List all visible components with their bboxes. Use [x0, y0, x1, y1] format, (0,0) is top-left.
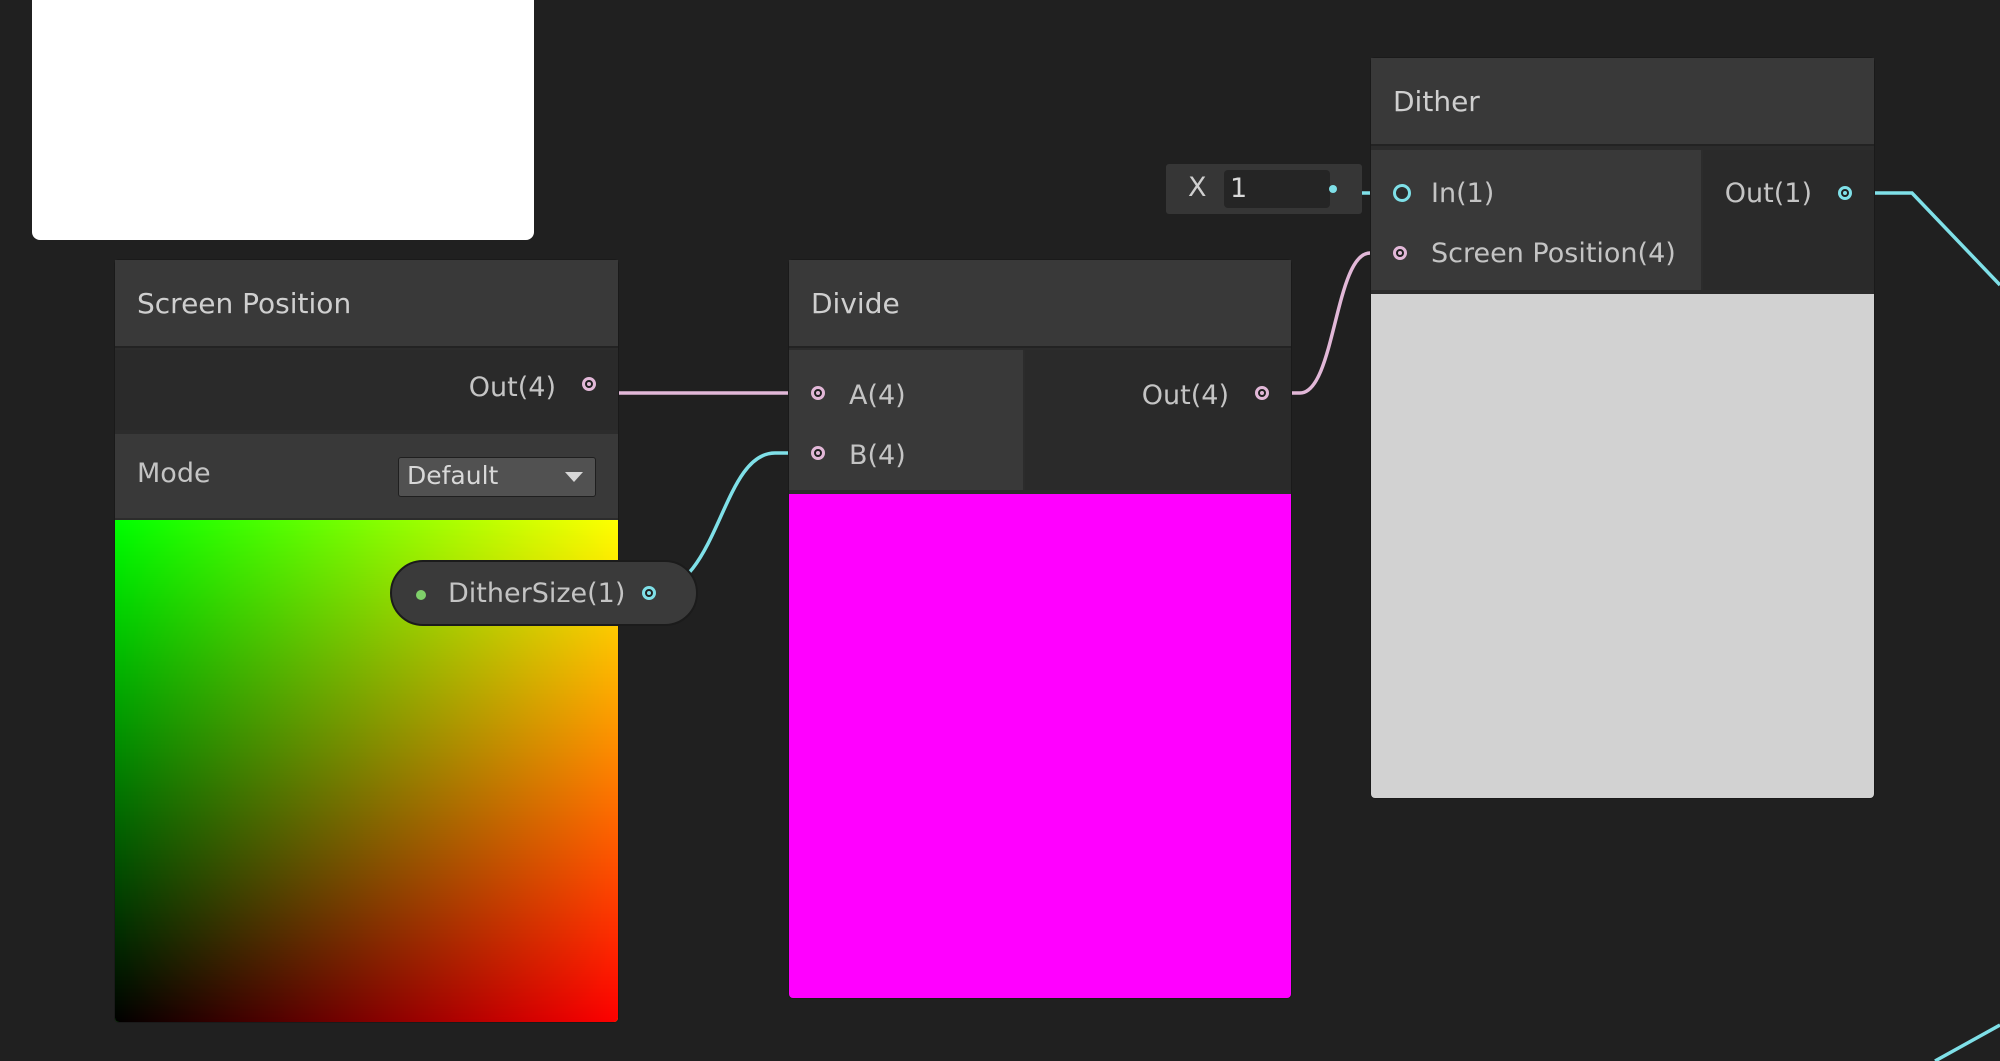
node-title[interactable]: Screen Position [115, 260, 618, 348]
node-title[interactable]: Divide [789, 260, 1291, 348]
node-title[interactable]: Dither [1371, 58, 1874, 146]
x-value: 1 [1230, 173, 1248, 204]
outputs-panel [1025, 350, 1291, 490]
input-port-screen-position[interactable] [1393, 246, 1407, 260]
connector-dot [1329, 185, 1337, 193]
triangle-down-icon [565, 472, 583, 482]
input-in-label: In(1) [1431, 178, 1495, 209]
dither-size-property[interactable]: DitherSize(1) [390, 560, 698, 626]
mode-label: Mode [137, 458, 211, 489]
property-label: DitherSize(1) [448, 578, 626, 609]
input-screen-position-label: Screen Position(4) [1431, 238, 1676, 269]
gray-preview [1371, 294, 1874, 798]
dither-node[interactable]: Dither In(1) Screen Position(4) Out(1) [1371, 58, 1874, 798]
inline-x-input: X 1 [1166, 164, 1362, 214]
property-output-port[interactable] [642, 586, 656, 600]
inputs-panel [1371, 150, 1701, 290]
preview-panel [32, 0, 534, 240]
input-a-label: A(4) [849, 380, 906, 411]
output-row: Out(4) [115, 350, 618, 430]
mode-row: Mode Default [115, 434, 618, 518]
inputs-panel [789, 350, 1023, 490]
x-value-field[interactable]: 1 [1224, 170, 1330, 208]
outputs-panel [1703, 150, 1874, 290]
mode-dropdown[interactable]: Default [398, 457, 596, 497]
magenta-preview [789, 494, 1291, 998]
output-port[interactable] [582, 377, 596, 391]
output-label: Out(4) [468, 372, 556, 403]
input-port-a[interactable] [811, 386, 825, 400]
mode-dropdown-value: Default [407, 461, 499, 490]
input-port-in[interactable] [1393, 184, 1411, 202]
output-label: Out(4) [1141, 380, 1229, 411]
input-b-label: B(4) [849, 440, 906, 471]
input-port-b[interactable] [811, 446, 825, 460]
output-label: Out(1) [1724, 178, 1812, 209]
output-port[interactable] [1838, 186, 1852, 200]
property-indicator-dot [416, 590, 426, 600]
wire-offscreen [1934, 1023, 2000, 1061]
divide-node[interactable]: Divide A(4) B(4) Out(4) [789, 260, 1291, 998]
axis-label: X [1188, 172, 1207, 203]
screen-position-node[interactable]: Screen Position Out(4) Mode Default [115, 260, 618, 1022]
output-port[interactable] [1255, 386, 1269, 400]
